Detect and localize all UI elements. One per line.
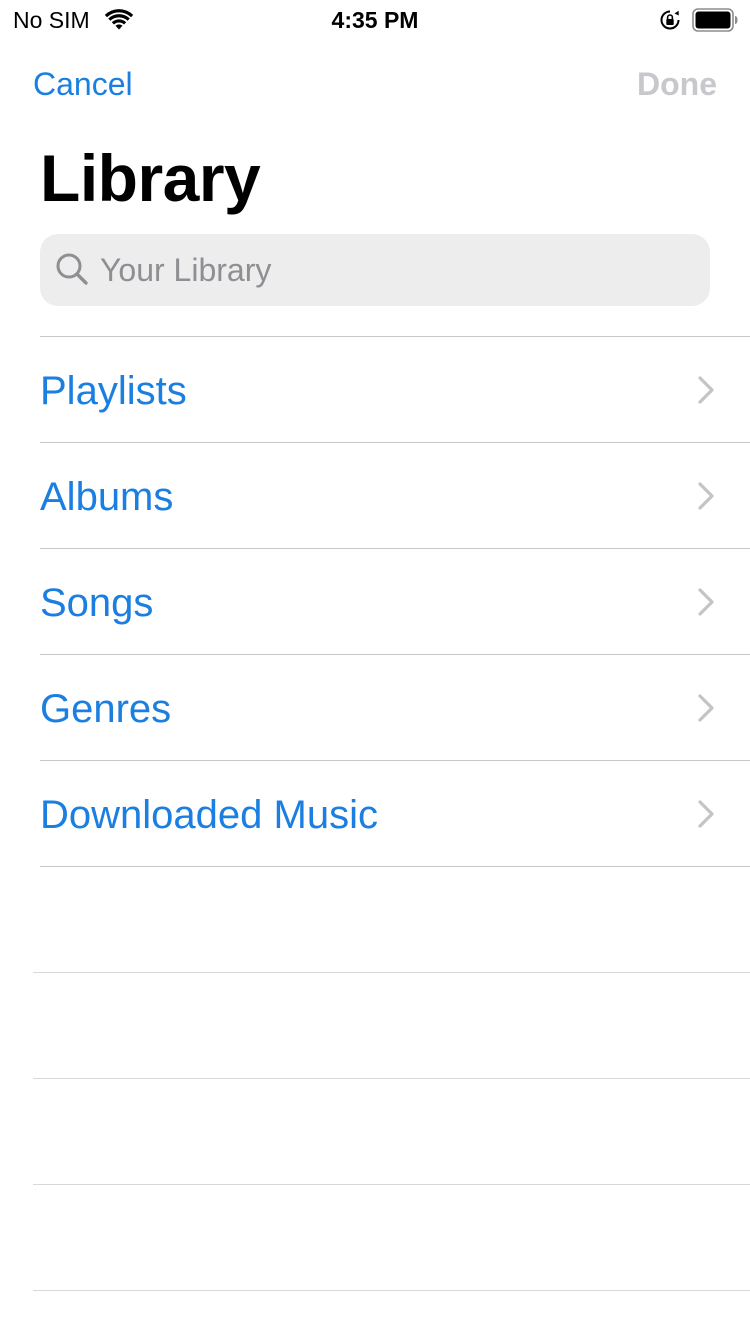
list-item-albums[interactable]: Albums [40,443,750,549]
status-time: 4:35 PM [331,7,419,33]
search-input[interactable] [100,234,690,306]
page-title: Library [40,141,261,215]
done-button[interactable]: Done [637,66,717,102]
empty-row [33,1079,750,1185]
list-item-label: Genres [40,687,172,731]
empty-row [33,973,750,1079]
chevron-right-icon [698,694,714,722]
chevron-right-icon [698,376,714,404]
chevron-right-icon [698,588,714,616]
list-item-label: Albums [40,475,174,519]
list-item-label: Songs [40,581,154,625]
list-item-playlists[interactable]: Playlists [40,337,750,443]
search-bar[interactable] [40,234,710,306]
list-item-downloaded-music[interactable]: Downloaded Music [40,761,750,867]
status-bar: No SIM 4:35 PM [0,0,750,40]
search-icon [56,253,88,285]
chevron-right-icon [698,800,714,828]
list-item-songs[interactable]: Songs [40,549,750,655]
list-item-label: Downloaded Music [40,793,378,837]
library-list: Playlists Albums Songs Genres Downloaded… [0,336,750,1291]
list-item-label: Playlists [40,369,187,413]
empty-row [33,1185,750,1291]
battery-icon [692,8,738,32]
empty-row [33,867,750,973]
chevron-right-icon [698,482,714,510]
list-item-genres[interactable]: Genres [40,655,750,761]
orientation-lock-icon [660,10,680,30]
cancel-button[interactable]: Cancel [33,66,133,102]
